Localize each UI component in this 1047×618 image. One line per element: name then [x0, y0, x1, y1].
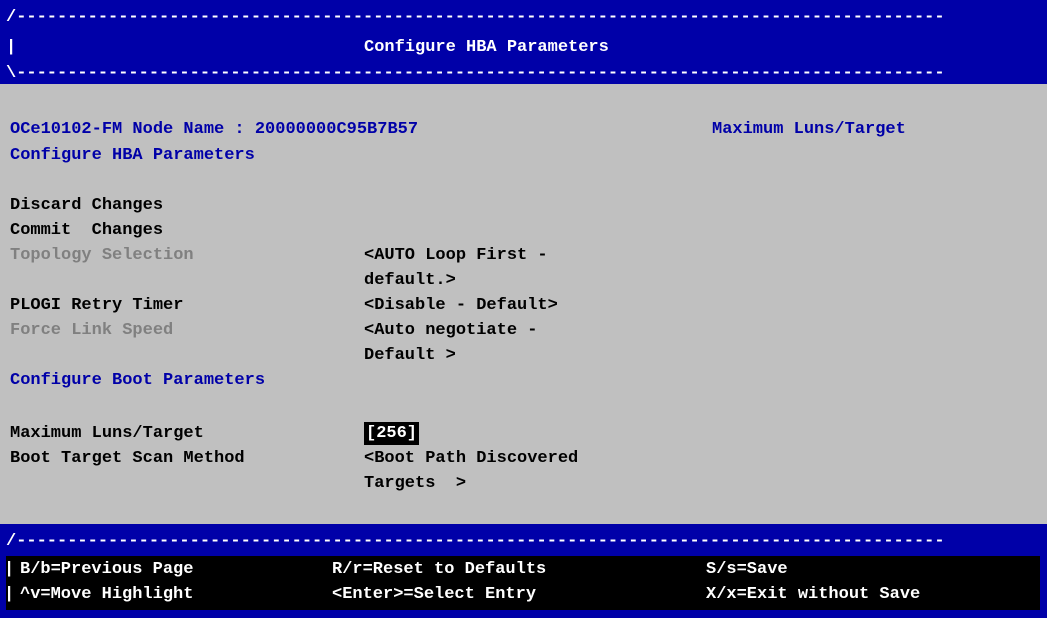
footer-bar-left: | — [4, 560, 15, 579]
node-name-line: OCe10102-FM Node Name : 20000000C95B7B57 — [10, 120, 419, 139]
force-link-speed-value-cont[interactable]: Default > — [364, 344, 456, 367]
title-border-bottom: \---------------------------------------… — [6, 64, 945, 83]
maximum-luns-input[interactable]: [256] — [364, 422, 420, 445]
previous-page-hint: B/b=Previous Page — [20, 560, 194, 579]
title-border-left: | — [6, 38, 17, 57]
plogi-retry-timer-value[interactable]: <Disable - Default> — [364, 294, 558, 317]
bios-setup-screen: /---------------------------------------… — [0, 0, 1047, 618]
reset-defaults-hint: R/r=Reset to Defaults — [332, 560, 547, 579]
exit-without-save-hint: X/x=Exit without Save — [706, 585, 921, 604]
section-heading: Configure HBA Parameters — [10, 146, 255, 165]
boot-target-scan-value-cont[interactable]: Targets > — [364, 472, 466, 495]
commit-changes-item[interactable]: Commit Changes — [10, 219, 163, 242]
page-title: Configure HBA Parameters — [364, 38, 609, 57]
help-footer: /---------------------------------------… — [0, 524, 1047, 618]
discard-changes-item[interactable]: Discard Changes — [10, 194, 163, 217]
footer-keys: | B/b=Previous Page R/r=Reset to Default… — [4, 556, 1040, 610]
boot-target-scan-value[interactable]: <Boot Path Discovered — [364, 447, 578, 470]
move-highlight-hint: ^v=Move Highlight — [20, 585, 194, 604]
help-title: Maximum Luns/Target — [712, 120, 906, 139]
boot-parameters-link[interactable]: Configure Boot Parameters — [10, 369, 265, 392]
maximum-luns-label: Maximum Luns/Target — [10, 424, 204, 443]
save-hint: S/s=Save — [706, 560, 788, 579]
title-border-top: /---------------------------------------… — [6, 8, 945, 27]
footer-border-top: /---------------------------------------… — [6, 532, 945, 551]
title-bar: /---------------------------------------… — [0, 0, 1047, 84]
footer-bar-left-2: | — [4, 585, 15, 604]
plogi-retry-timer-label: PLOGI Retry Timer — [10, 296, 184, 315]
boot-target-scan-label: Boot Target Scan Method — [10, 449, 245, 468]
topology-selection-value-cont[interactable]: default.> — [364, 269, 456, 292]
topology-selection-label: Topology Selection — [10, 246, 194, 265]
select-entry-hint: <Enter>=Select Entry — [332, 585, 537, 604]
topology-selection-value[interactable]: <AUTO Loop First - — [364, 244, 548, 267]
force-link-speed-value[interactable]: <Auto negotiate - — [364, 319, 537, 342]
force-link-speed-label: Force Link Speed — [10, 321, 174, 340]
